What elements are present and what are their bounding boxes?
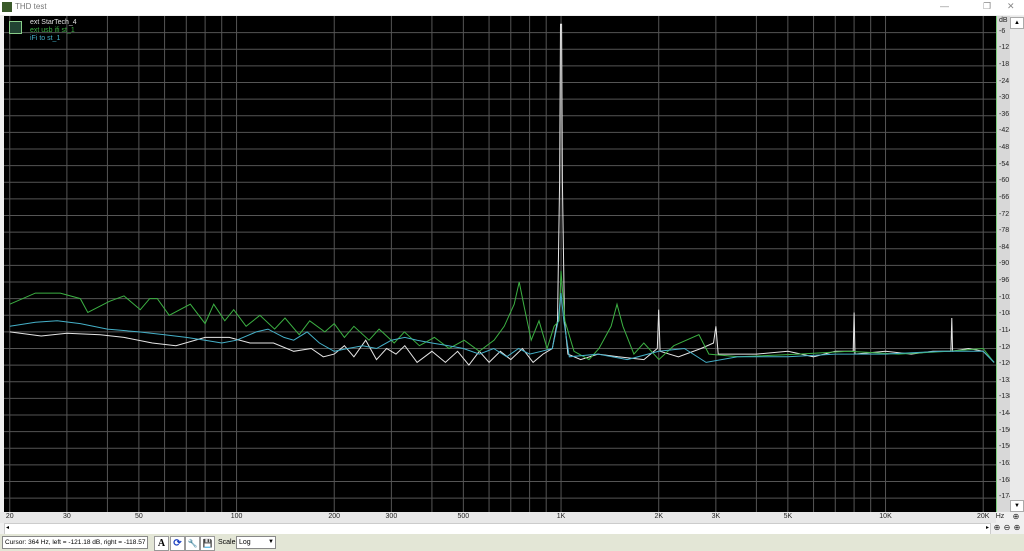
x-tick-label: 50 [134,513,143,520]
wrench-icon[interactable]: 🔧 [185,536,200,551]
status-bar: Cursor: 364 Hz, left = -121.18 dB, right… [0,534,1024,551]
x-tick-label: 20 [5,513,14,520]
y-tick-label: -6 [999,27,1006,35]
y-tick-label: -24 [999,77,1010,85]
legend-item[interactable]: iFi to st_1 [30,35,77,43]
save-icon[interactable]: 💾 [200,536,215,551]
zoom-reset-icon[interactable]: ⊕ [1012,523,1022,533]
y-tick-label: -54 [999,160,1010,168]
y-tick-label: -36 [999,110,1010,118]
scroll-left-icon[interactable]: ◂ [6,524,9,531]
x-tick-label: 10K [879,513,892,520]
zoom-out-icon[interactable]: ⊖ [1002,523,1012,533]
spectrum-chart [4,16,996,512]
legend-item[interactable]: ext usb ifi st_1 [30,27,77,35]
scroll-right-icon[interactable]: ▸ [986,524,989,531]
scale-select[interactable]: Log ▼ [236,536,276,549]
y-tick-label: -96 [999,277,1010,284]
title-bar: THD test — ❐ ✕ [0,0,1024,15]
scale-label: Scale [218,539,236,546]
refresh-icon[interactable]: ⟳ [170,536,185,551]
zoom-y-icon[interactable]: ⊕ [1011,512,1021,522]
y-tick-label: -78 [999,227,1010,235]
y-tick-label: -12 [999,44,1010,52]
y-tick-label: -30 [999,94,1010,102]
legend-item[interactable]: ext StarTech_4 [30,19,77,27]
restore-button[interactable]: ❐ [983,1,991,12]
x-tick-label: 200 [328,513,341,520]
x-tick-label: 3K [711,513,721,520]
x-tick-label: 30 [62,513,71,520]
series-line [9,23,995,366]
y-tick-label: -72 [999,210,1010,218]
cursor-readout: Cursor: 364 Hz, left = -121.18 dB, right… [2,536,148,549]
chevron-down-icon: ▼ [268,539,274,545]
zoom-in-icon[interactable]: ⊕ [992,523,1002,533]
x-tick-label: 5K [783,513,793,520]
x-tick-label: 300 [385,513,398,520]
x-tick-label: 500 [457,513,470,520]
y-tick-label: -48 [999,144,1010,151]
x-tick-label: 100 [230,513,243,520]
spectrum-plot[interactable] [4,16,996,512]
scroll-up-button[interactable]: ▲ [1010,17,1024,29]
x-axis: Hz 20 30 50 100 200 300 500 1K 2K 3K 5K 10K 20K [0,512,1004,523]
close-button[interactable]: ✕ [1007,1,1015,12]
y-tick-label: -66 [999,193,1010,201]
x-tick-label: 20K [976,513,990,520]
minimize-button[interactable]: — [940,1,949,11]
x-unit-label: Hz [995,513,1005,520]
y-unit-label: dB [999,17,1008,24]
app-icon [2,2,12,12]
legend-toggle-icon[interactable] [9,21,22,34]
x-tick-label: 2K [654,513,663,520]
scale-value: Log [239,539,251,546]
x-tick-label: 1K [556,513,566,520]
y-axis: dB -6 -12 -18 -24 -30 -36 -42 -48 -54 -60 -66 -72 -7… [996,16,1013,512]
y-tick-label: -42 [999,127,1010,135]
y-tick-label: -18 [999,60,1010,68]
window-title: THD test [15,2,47,11]
y-tick-label: -60 [999,177,1010,185]
scroll-down-button[interactable]: ▼ [1010,500,1024,512]
legend: ext StarTech_4 ext usb ifi st_1 iFi to s… [30,19,77,43]
vertical-scrollbar[interactable]: ▲ ▼ [1010,16,1024,512]
font-icon[interactable]: A [154,536,169,551]
y-tick-label: -90 [999,260,1010,268]
y-tick-label: -84 [999,243,1010,251]
